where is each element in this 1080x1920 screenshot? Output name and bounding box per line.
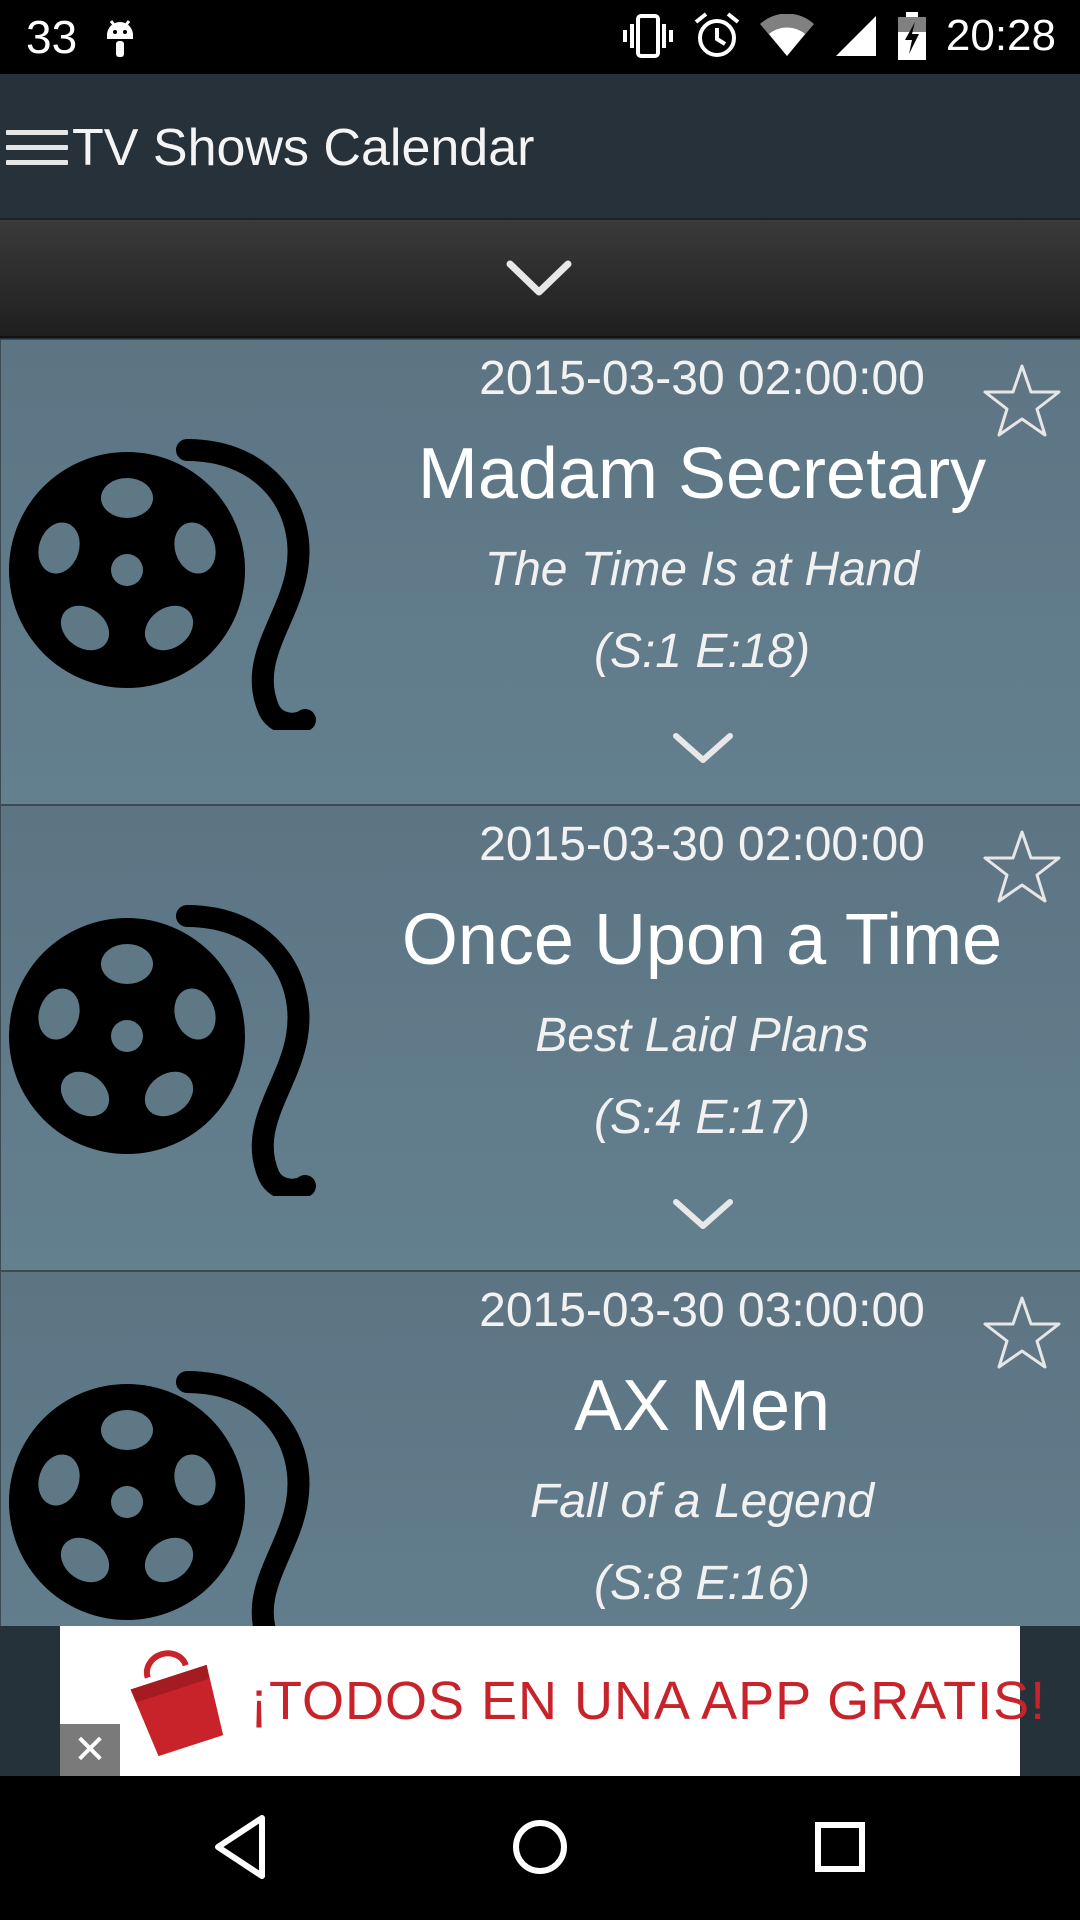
home-icon[interactable] bbox=[510, 1812, 570, 1882]
list-item[interactable]: 2015-03-30 02:00:00 Once Upon a Time Bes… bbox=[0, 805, 1080, 1271]
signal-icon bbox=[835, 16, 876, 56]
film-reel-icon bbox=[9, 439, 316, 730]
air-date: 2015-03-30 03:00:00 bbox=[479, 1284, 925, 1337]
app-title: TV Shows Calendar bbox=[72, 119, 535, 177]
film-reel-icon bbox=[9, 905, 316, 1196]
air-date: 2015-03-30 02:00:00 bbox=[479, 352, 925, 405]
episode-title: The Time Is at Hand bbox=[484, 543, 920, 596]
vibrate-icon bbox=[622, 14, 673, 58]
list-item[interactable]: 2015-03-30 03:00:00 AX Men Fall of a Leg… bbox=[0, 1271, 1080, 1626]
list-item[interactable]: 2015-03-30 02:00:00 Madam Secretary The … bbox=[0, 339, 1080, 805]
episode-number: (S:8 E:16) bbox=[593, 1557, 811, 1610]
shopping-bag-icon bbox=[130, 1650, 224, 1757]
notification-count: 33 bbox=[26, 11, 78, 63]
alarm-icon bbox=[694, 12, 740, 57]
status-bar: 33 20:28 bbox=[0, 0, 1080, 74]
episode-number: (S:4 E:17) bbox=[593, 1091, 811, 1144]
air-date: 2015-03-30 02:00:00 bbox=[479, 818, 925, 871]
episode-number: (S:1 E:18) bbox=[593, 625, 811, 678]
ad-area: ¡TODOS EN UNA APP GRATIS! ✕ bbox=[0, 1626, 1080, 1776]
chevron-down-icon[interactable] bbox=[671, 730, 735, 766]
wifi-icon bbox=[759, 14, 814, 56]
ad-text: ¡TODOS EN UNA APP GRATIS! bbox=[250, 1671, 1047, 1731]
battery-charging-icon bbox=[897, 12, 926, 60]
clock: 20:28 bbox=[945, 11, 1056, 60]
episode-title: Fall of a Legend bbox=[529, 1475, 875, 1528]
film-reel-icon bbox=[9, 1371, 310, 1626]
show-list: 2015-03-30 02:00:00 Madam Secretary The … bbox=[0, 339, 1080, 1626]
app-bar: TV Shows Calendar bbox=[0, 74, 1080, 220]
chevron-down-icon[interactable] bbox=[671, 1196, 735, 1232]
episode-title: Best Laid Plans bbox=[535, 1009, 869, 1062]
recents-icon[interactable] bbox=[812, 1812, 868, 1882]
ad-banner[interactable]: ¡TODOS EN UNA APP GRATIS! bbox=[60, 1626, 1045, 1776]
show-title: Madam Secretary bbox=[417, 434, 987, 514]
back-icon[interactable] bbox=[210, 1812, 270, 1882]
hamburger-menu-icon[interactable] bbox=[6, 130, 68, 170]
chevron-down-icon bbox=[506, 260, 572, 296]
collapse-toggle[interactable] bbox=[0, 220, 1080, 338]
show-title: AX Men bbox=[573, 1366, 831, 1446]
show-title: Once Upon a Time bbox=[401, 900, 1003, 980]
android-icon bbox=[107, 20, 134, 57]
navigation-bar bbox=[0, 1776, 1080, 1920]
ad-close-button[interactable]: ✕ bbox=[60, 1724, 120, 1776]
